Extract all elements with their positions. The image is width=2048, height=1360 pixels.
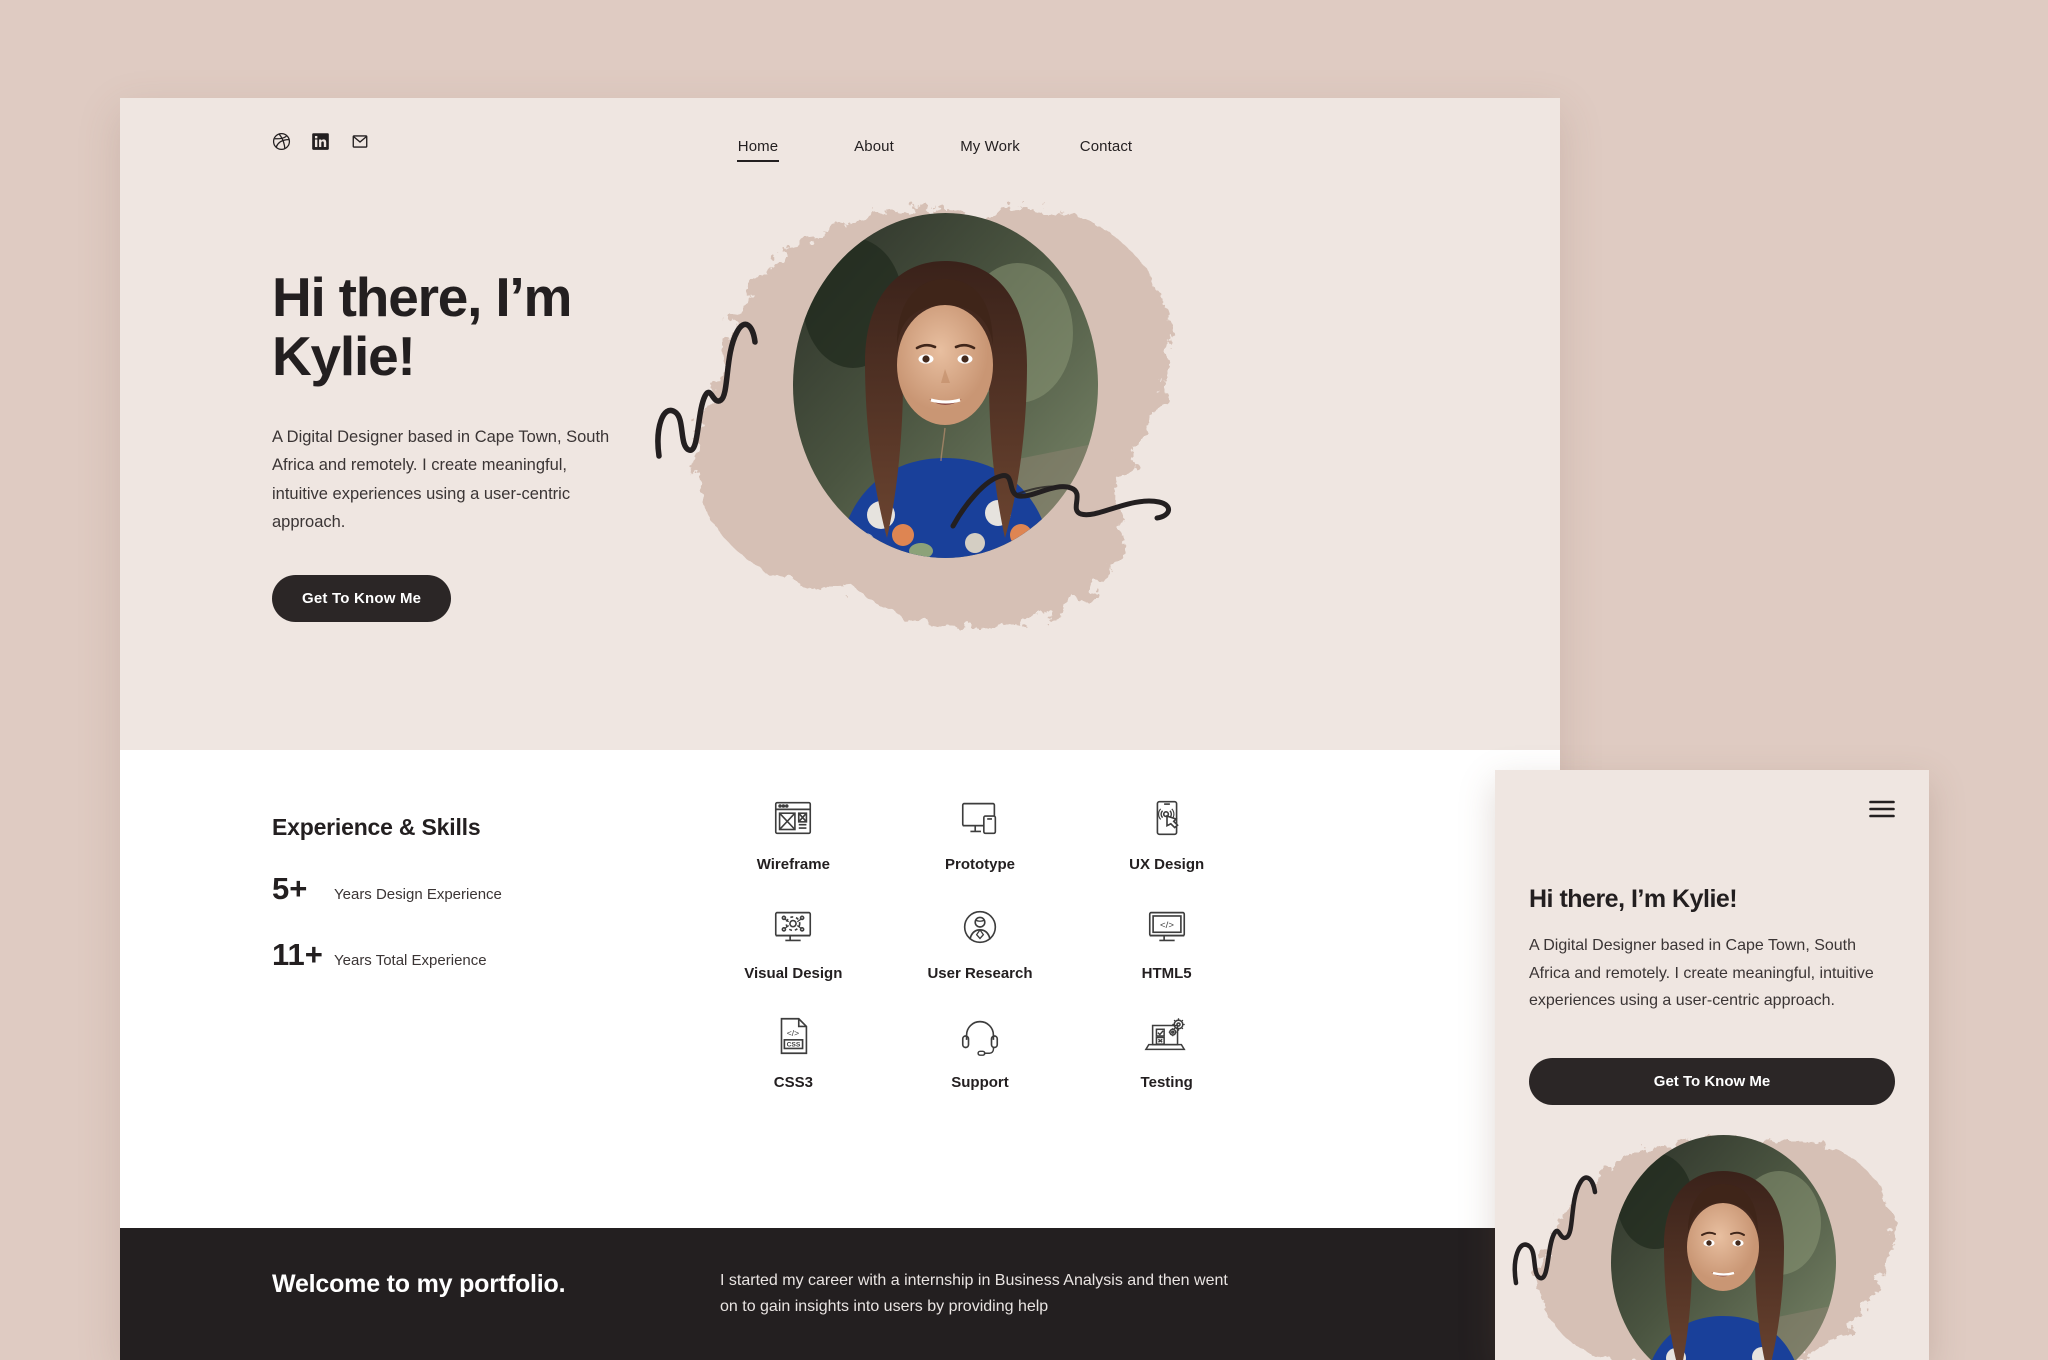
skill-label: Testing bbox=[1140, 1074, 1193, 1091]
skill-item[interactable]: Testing bbox=[1073, 1010, 1260, 1091]
skill-item[interactable]: Prototype bbox=[887, 792, 1074, 873]
mobile-squiggle-decoration bbox=[1512, 1175, 1598, 1286]
dribbble-icon[interactable] bbox=[272, 132, 291, 156]
nav-item-my-work[interactable]: My Work bbox=[932, 138, 1048, 160]
testing-icon bbox=[1144, 1010, 1190, 1062]
css3-icon: </> CSS bbox=[770, 1010, 816, 1062]
experience-block: Experience & Skills 5+ Years Design Expe… bbox=[272, 814, 692, 973]
portfolio-intro-section: Welcome to my portfolio. I started my ca… bbox=[120, 1228, 1560, 1360]
mobile-mockup: Hi there, I’m Kylie! A Digital Designer … bbox=[1495, 770, 1929, 1360]
portfolio-heading: Welcome to my portfolio. bbox=[272, 1270, 566, 1298]
svg-text:</>: </> bbox=[1160, 920, 1174, 931]
hamburger-menu-icon[interactable] bbox=[1869, 800, 1895, 823]
skill-label: Prototype bbox=[944, 856, 1015, 873]
skill-label: Visual Design bbox=[744, 965, 843, 982]
prototype-icon bbox=[957, 792, 1003, 844]
skill-label: User Research bbox=[927, 965, 1033, 982]
experience-skills-section: Experience & Skills 5+ Years Design Expe… bbox=[120, 750, 1560, 1228]
stat-row: 5+ Years Design Experience bbox=[272, 871, 692, 907]
hero-subtitle: A Digital Designer based in Cape Town, S… bbox=[272, 427, 610, 532]
mail-icon[interactable] bbox=[350, 132, 370, 156]
linkedin-icon[interactable] bbox=[311, 132, 330, 156]
experience-heading: Experience & Skills bbox=[272, 814, 481, 840]
hero-section: Home About My Work Contact Hi there, I’m… bbox=[120, 98, 1560, 750]
visual-design-icon bbox=[770, 901, 816, 953]
skill-item[interactable]: UX Design bbox=[1073, 792, 1260, 873]
html5-icon: </> bbox=[1144, 901, 1190, 953]
hero-title-line-2: Kylie! bbox=[272, 325, 416, 388]
mobile-hero-subtitle: A Digital Designer based in Cape Town, S… bbox=[1529, 937, 1874, 1010]
nav-item-about[interactable]: About bbox=[816, 138, 932, 160]
get-to-know-me-button[interactable]: Get To Know Me bbox=[272, 574, 452, 622]
skill-label: Support bbox=[951, 1074, 1009, 1091]
skill-label: HTML5 bbox=[1141, 965, 1192, 982]
skill-label: UX Design bbox=[1129, 856, 1205, 873]
social-links bbox=[272, 132, 370, 156]
mobile-get-to-know-me-button[interactable]: Get To Know Me bbox=[1529, 1058, 1895, 1105]
stat-row: 11+ Years Total Experience bbox=[272, 937, 692, 973]
mobile-portrait-composition bbox=[1503, 1125, 1923, 1360]
user-research-icon bbox=[957, 901, 1003, 953]
stat-value: 5+ bbox=[272, 871, 308, 906]
skill-label: Wireframe bbox=[756, 856, 830, 873]
stat-label: Years Design Experience bbox=[334, 886, 502, 903]
squiggle-scribble-decoration bbox=[950, 473, 1171, 529]
mobile-hero-title: Hi there, I’m Kylie! bbox=[1529, 885, 1738, 913]
skill-item[interactable]: Visual Design bbox=[700, 901, 887, 982]
hero-portrait-composition bbox=[645, 158, 1205, 658]
skills-grid: Wireframe Prototype UX Design Visual Des… bbox=[700, 792, 1260, 1091]
wireframe-icon bbox=[770, 792, 816, 844]
stat-value: 11+ bbox=[272, 937, 323, 972]
ux-design-icon bbox=[1144, 792, 1190, 844]
squiggle-zigzag-decoration bbox=[655, 321, 758, 459]
desktop-browser-mockup: Home About My Work Contact Hi there, I’m… bbox=[120, 98, 1560, 1360]
svg-text:CSS: CSS bbox=[787, 1042, 801, 1049]
svg-text:</>: </> bbox=[787, 1028, 799, 1038]
skill-item[interactable]: User Research bbox=[887, 901, 1074, 982]
support-icon bbox=[957, 1010, 1003, 1062]
stat-label: Years Total Experience bbox=[334, 952, 487, 969]
skill-item[interactable]: </> HTML5 bbox=[1073, 901, 1260, 982]
skill-label: CSS3 bbox=[773, 1074, 813, 1091]
skill-item[interactable]: </> CSS CSS3 bbox=[700, 1010, 887, 1091]
nav-item-contact[interactable]: Contact bbox=[1048, 138, 1164, 160]
skill-item[interactable]: Support bbox=[887, 1010, 1074, 1091]
skill-item[interactable]: Wireframe bbox=[700, 792, 887, 873]
portfolio-body: I started my career with a internship in… bbox=[720, 1272, 1228, 1316]
hero-title-line-1: Hi there, I’m bbox=[272, 266, 572, 328]
